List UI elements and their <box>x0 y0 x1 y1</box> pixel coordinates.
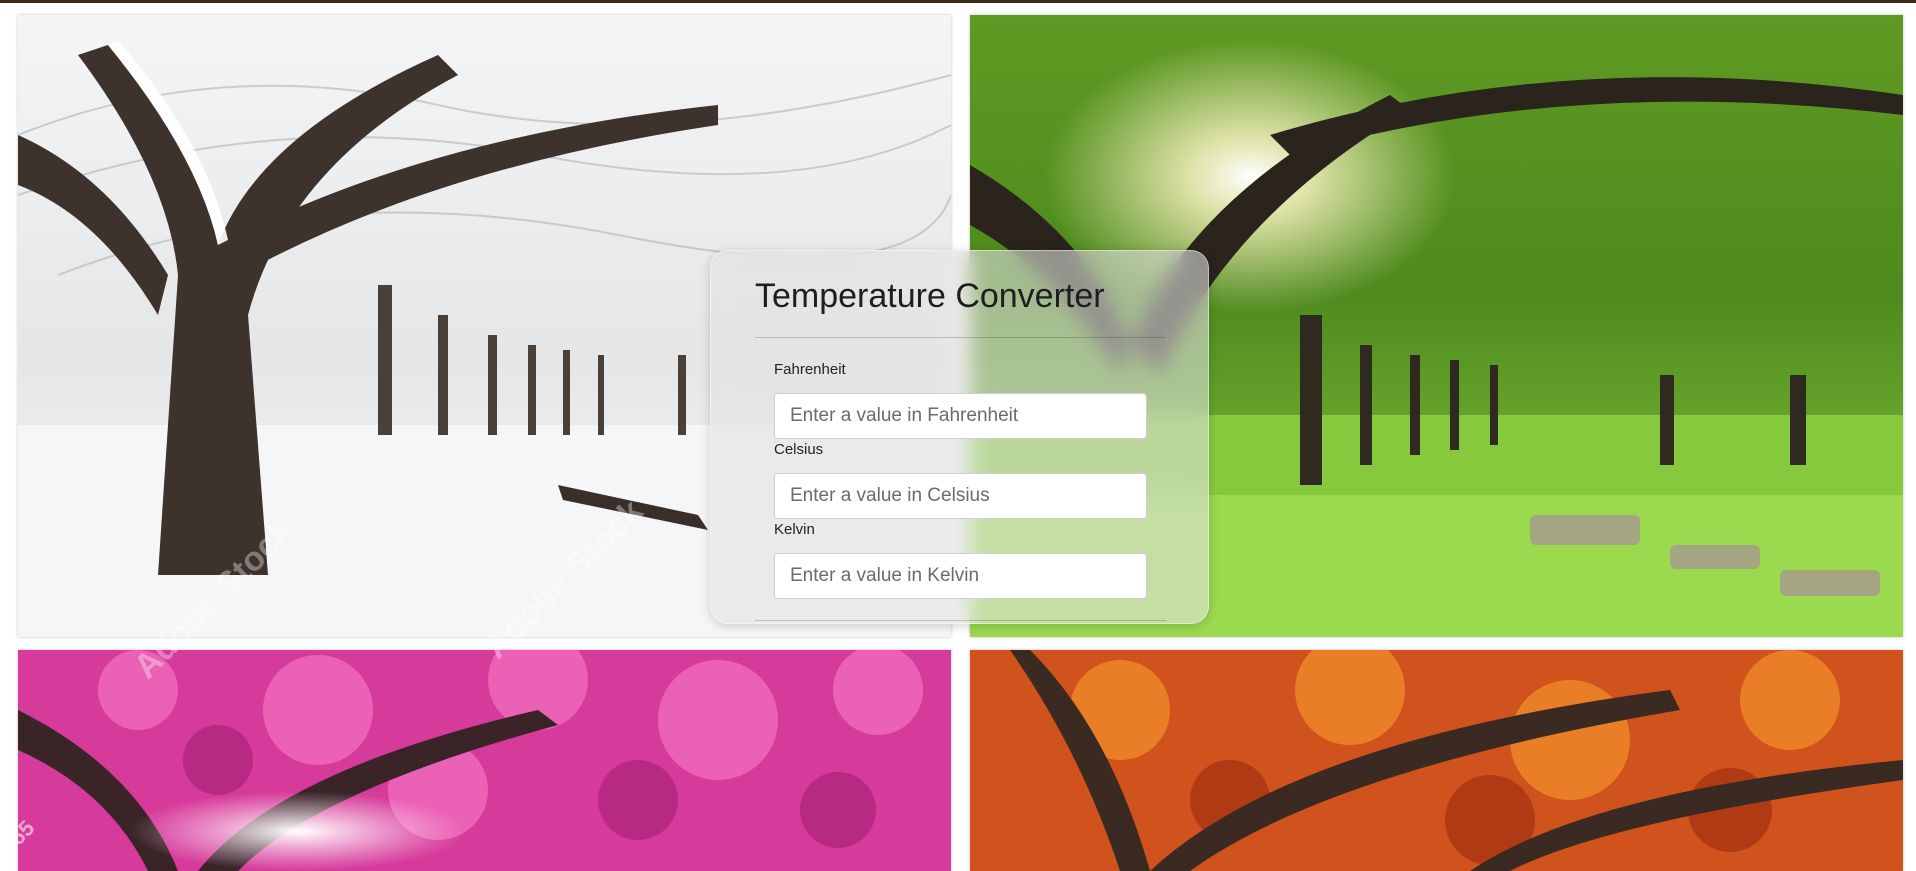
page-title: Temperature Converter <box>755 277 1105 315</box>
kelvin-label: Kelvin <box>774 521 815 538</box>
spring-scene <box>18 650 951 871</box>
background-photo-autumn <box>970 650 1903 871</box>
background-photo-spring <box>18 650 951 871</box>
fahrenheit-label: Fahrenheit <box>774 361 846 378</box>
autumn-scene <box>970 650 1903 871</box>
celsius-label: Celsius <box>774 441 824 458</box>
fahrenheit-input[interactable] <box>774 393 1147 439</box>
title-divider <box>755 337 1166 338</box>
top-border <box>0 0 1916 3</box>
kelvin-input[interactable] <box>774 553 1147 599</box>
converter-panel: Temperature Converter Fahrenheit Celsius… <box>710 250 1209 624</box>
celsius-input[interactable] <box>774 473 1147 519</box>
footer-divider <box>755 620 1166 621</box>
